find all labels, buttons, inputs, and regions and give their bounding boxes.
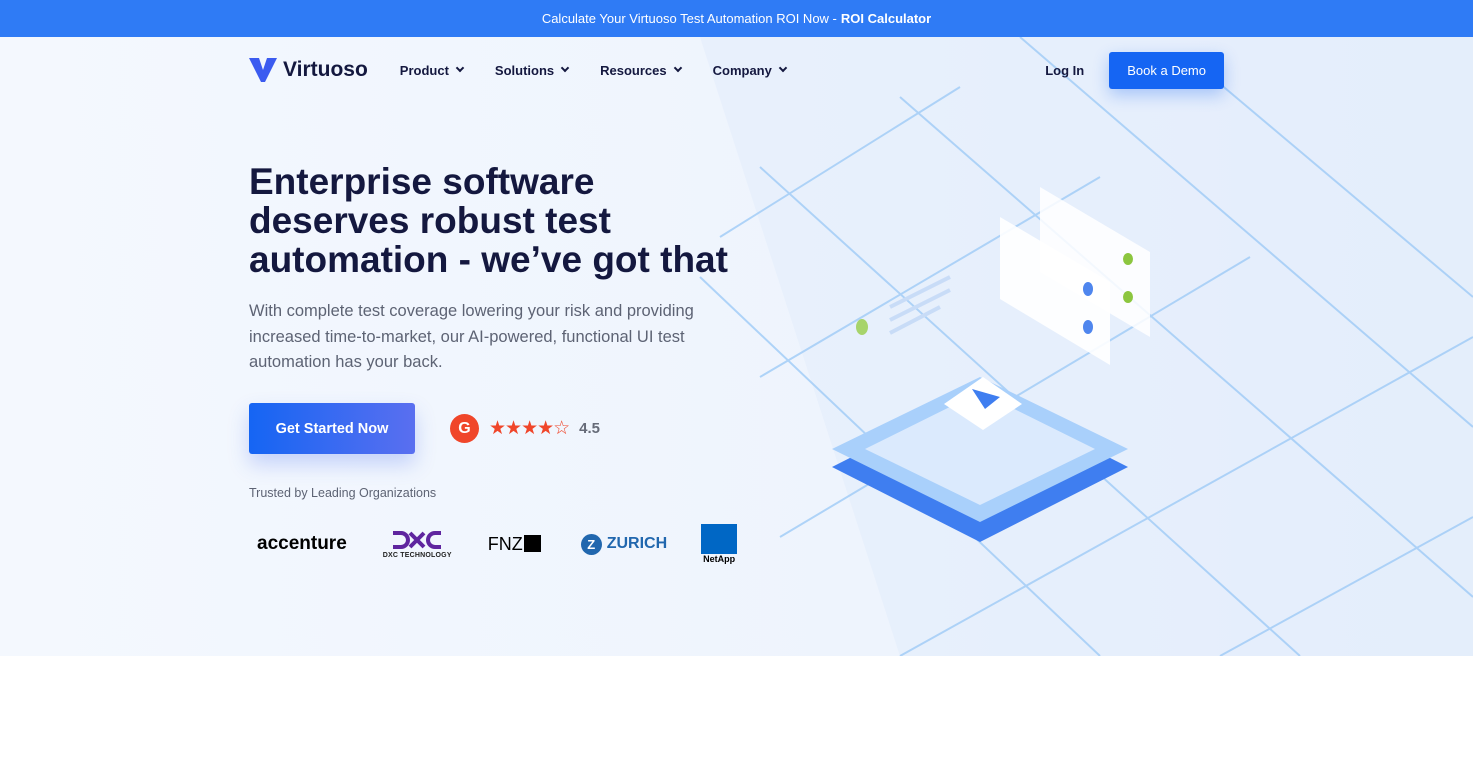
main-nav: Virtuoso Product Solutions Resources Com… (249, 51, 1224, 89)
virtuoso-v-icon (249, 58, 277, 82)
netapp-logo: NetApp (701, 524, 738, 564)
nav-company[interactable]: Company (712, 62, 788, 78)
zurich-logo: Z ZURICH (580, 533, 668, 555)
g2-rating[interactable]: G ★★★★☆ 4.5 (450, 414, 600, 443)
trusted-label: Trusted by Leading Organizations (249, 486, 437, 500)
nav-label: Resources (600, 62, 667, 78)
dxc-text: DXC TECHNOLOGY (382, 551, 452, 559)
virtuoso-logo[interactable]: Virtuoso (249, 58, 368, 82)
nav-label: Solutions (494, 62, 555, 78)
fnz-text: FNZ (487, 533, 523, 554)
customer-logos: accenture DXC TECHNOLOGY FNZ Z ZURICH Net… (257, 521, 738, 567)
chevron-down-icon (560, 63, 570, 73)
login-link[interactable]: Log In (1045, 63, 1084, 78)
banner-text: Calculate Your Virtuoso Test Automation … (541, 11, 837, 26)
nav-label: Product (399, 62, 449, 78)
chevron-down-icon (455, 63, 465, 73)
roi-calculator-link[interactable]: ROI Calculator (841, 11, 931, 26)
hero-section: Virtuoso Product Solutions Resources Com… (0, 37, 1473, 656)
rating-value: 4.5 (579, 420, 601, 437)
nav-label: Company (712, 62, 772, 78)
get-started-button[interactable]: Get Started Now (249, 403, 415, 454)
star-rating-icon: ★★★★☆ (489, 418, 570, 439)
logo-text: Virtuoso (283, 58, 368, 81)
book-demo-button[interactable]: Book a Demo (1109, 51, 1224, 89)
nav-solutions[interactable]: Solutions (494, 62, 570, 78)
nav-product[interactable]: Product (399, 62, 465, 78)
dxc-mark-icon (393, 530, 442, 549)
hero-title: Enterprise software deserves robust test… (249, 161, 728, 280)
chevron-down-icon (778, 63, 788, 73)
g2-logo: G (450, 414, 479, 443)
chevron-down-icon (673, 63, 682, 73)
fnz-logo: FNZ (488, 534, 541, 555)
nav-resources[interactable]: Resources (600, 62, 682, 78)
hero-subtitle: With complete test coverage lowering you… (249, 302, 694, 371)
promo-banner[interactable]: Calculate Your Virtuoso Test Automation … (0, 0, 1473, 37)
dxc-logo: DXC TECHNOLOGY (383, 530, 452, 559)
zurich-text: ZURICH (606, 535, 668, 552)
netapp-text: NetApp (703, 554, 736, 564)
accenture-logo: accenture (257, 533, 347, 554)
